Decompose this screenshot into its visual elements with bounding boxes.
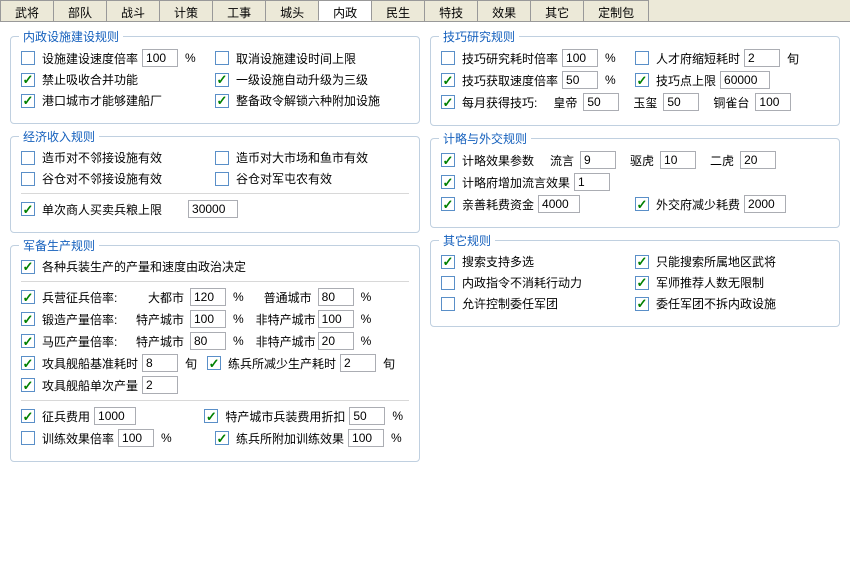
group-other: 其它规则 搜索支持多选 只能搜索所属地区武将 内政指令不消耗行动力 [430,240,840,327]
inp-train-rate[interactable] [118,429,154,447]
tab-10[interactable]: 其它 [530,0,584,21]
inp-siege-batch[interactable] [142,376,178,394]
chk-no-action-cost[interactable] [441,276,455,290]
left-column: 内政设施建设规则 设施建设速度倍率 % 取消设施建设时间上限 禁止吸收合并功能 [10,30,420,562]
divider [21,400,409,401]
inp-normal-city[interactable] [318,288,354,306]
chk-mint-nonadjacent[interactable] [21,151,35,165]
chk-advisor-unlimited[interactable] [635,276,649,290]
tab-5[interactable]: 城头 [265,0,319,21]
inp-nonspecial-city1[interactable] [318,310,354,328]
tab-4[interactable]: 工事 [212,0,266,21]
tab-8[interactable]: 特技 [424,0,478,21]
inp-special-city2[interactable] [190,332,226,350]
chk-strategy-params[interactable] [441,153,455,167]
tab-bar: 武将部队战斗计策工事城头内政民生特技效果其它定制包 [0,0,850,22]
tab-2[interactable]: 战斗 [106,0,160,21]
group-title: 其它规则 [439,232,495,249]
inp-nonspecial-city2[interactable] [318,332,354,350]
inp-emperor[interactable] [583,93,619,111]
group-strategy-diplomacy: 计略与外交规则 计略效果参数 流言 驱虎 二虎 计略府增加流言效果 亲善耗费资金 [430,138,840,228]
chk-conscript-rate[interactable] [21,290,35,304]
chk-plot-office-rumor[interactable] [441,175,455,189]
chk-siege-batch[interactable] [21,378,35,392]
inp-conscript-cost[interactable] [94,407,136,425]
group-title: 计略与外交规则 [439,130,531,147]
chk-conscript-cost[interactable] [21,409,35,423]
tab-7[interactable]: 民生 [371,0,425,21]
chk-training-reduce[interactable] [207,356,221,370]
inp-two-tiger[interactable] [740,151,776,169]
inp-build-speed[interactable] [142,49,178,67]
right-column: 技巧研究规则 技巧研究耗时倍率 % 人才府缩短耗时 旬 技 [430,30,840,562]
inp-plot-rumor[interactable] [574,173,610,191]
chk-search-local[interactable] [635,255,649,269]
divider [21,281,409,282]
tab-0[interactable]: 武将 [0,0,54,21]
tab-1[interactable]: 部队 [53,0,107,21]
inp-merchant-limit[interactable] [188,200,238,218]
tab-6[interactable]: 内政 [318,0,372,21]
chk-search-multi[interactable] [441,255,455,269]
inp-seal[interactable] [663,93,699,111]
chk-mint-markets[interactable] [215,151,229,165]
inp-train-bonus[interactable] [348,429,384,447]
chk-port-shipyard[interactable] [21,94,35,108]
chk-train-rate[interactable] [21,431,35,445]
tab-3[interactable]: 计策 [159,0,213,21]
chk-control-delegate[interactable] [441,297,455,311]
chk-horse-rate[interactable] [21,334,35,348]
chk-granary-farm[interactable] [215,172,229,186]
tab-11[interactable]: 定制包 [583,0,649,21]
chk-special-discount[interactable] [204,409,218,423]
inp-diplomacy-reduce[interactable] [744,195,786,213]
group-technique: 技巧研究规则 技巧研究耗时倍率 % 人才府缩短耗时 旬 技 [430,36,840,126]
group-title: 技巧研究规则 [439,28,519,45]
inp-special-discount[interactable] [349,407,385,425]
group-title: 内政设施建设规则 [19,28,123,45]
group-title: 军备生产规则 [19,237,99,254]
inp-training-reduce[interactable] [340,354,376,372]
inp-special-city1[interactable] [190,310,226,328]
chk-forbid-absorb[interactable] [21,73,35,87]
tab-content: 内政设施建设规则 设施建设速度倍率 % 取消设施建设时间上限 禁止吸收合并功能 [0,22,850,570]
chk-delegate-no-demolish[interactable] [635,297,649,311]
chk-train-bonus[interactable] [215,431,229,445]
divider [21,193,409,194]
inp-big-city[interactable] [190,288,226,306]
inp-tech-time-rate[interactable] [562,49,598,67]
chk-forge-rate[interactable] [21,312,35,326]
chk-merchant-limit[interactable] [21,202,35,216]
inp-siege-base-time[interactable] [142,354,178,372]
tab-9[interactable]: 效果 [477,0,531,21]
inp-bronze-bird[interactable] [755,93,791,111]
group-economy: 经济收入规则 造币对不邻接设施有效 造币对大市场和鱼市有效 谷仓对不邻接设施有效 [10,136,420,233]
chk-prod-by-politics[interactable] [21,260,35,274]
group-facility-build: 内政设施建设规则 设施建设速度倍率 % 取消设施建设时间上限 禁止吸收合并功能 [10,36,420,124]
chk-monthly-tech[interactable] [441,95,455,109]
chk-build-speed[interactable] [21,51,35,65]
chk-talent-shorten[interactable] [635,51,649,65]
chk-tech-time-rate[interactable] [441,51,455,65]
chk-granary-nonadjacent[interactable] [21,172,35,186]
inp-rumor[interactable] [580,151,616,169]
chk-unlock-facilities[interactable] [215,94,229,108]
chk-tech-gain-rate[interactable] [441,73,455,87]
chk-siege-base-time[interactable] [21,356,35,370]
group-title: 经济收入规则 [19,128,99,145]
inp-tech-point-cap[interactable] [720,71,770,89]
chk-tech-point-cap[interactable] [635,73,649,87]
inp-drive-tiger[interactable] [660,151,696,169]
chk-cancel-time-limit[interactable] [215,51,229,65]
chk-diplomacy-reduce[interactable] [635,197,649,211]
inp-tech-gain-rate[interactable] [562,71,598,89]
inp-talent-shorten[interactable] [744,49,780,67]
inp-goodwill-cost[interactable] [538,195,580,213]
chk-auto-upgrade[interactable] [215,73,229,87]
group-military-prod: 军备生产规则 各种兵装生产的产量和速度由政治决定 兵营征兵倍率: 大都市 % 普… [10,245,420,462]
chk-goodwill-cost[interactable] [441,197,455,211]
